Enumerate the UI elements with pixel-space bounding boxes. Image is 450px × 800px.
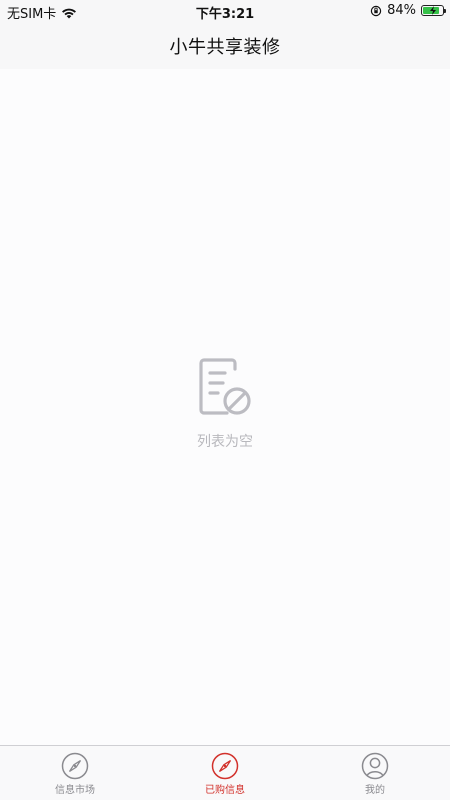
tab-bar: 信息市场 已购信息 我的 [0, 745, 450, 800]
tab-info-market[interactable]: 信息市场 [0, 746, 150, 800]
nav-bar: 小牛共享装修 [0, 22, 450, 69]
compass-icon [61, 752, 89, 780]
tab-mine[interactable]: 我的 [300, 746, 450, 800]
status-bar: 无SIM卡 下午3:21 84% [0, 0, 450, 22]
tab-label: 我的 [365, 785, 385, 796]
tab-label: 信息市场 [55, 785, 95, 796]
empty-message: 列表为空 [197, 434, 253, 450]
tab-label: 已购信息 [205, 785, 245, 796]
charging-bolt-icon [430, 6, 436, 15]
purchased-list[interactable]: 列表为空 [0, 69, 450, 745]
battery-icon [421, 5, 446, 16]
orientation-lock-icon [370, 5, 382, 16]
status-right: 84% [370, 3, 446, 18]
app-screen: 无SIM卡 下午3:21 84% 小牛共享装修 列表为空 信息市场 已购信息 我… [0, 0, 450, 800]
empty-list-icon [199, 358, 251, 415]
user-icon [361, 752, 389, 780]
empty-state: 列表为空 [0, 357, 450, 451]
tab-purchased-info[interactable]: 已购信息 [150, 746, 300, 800]
compass-icon [211, 752, 239, 780]
page-title: 小牛共享装修 [169, 36, 281, 58]
battery-percent: 84% [387, 3, 416, 18]
